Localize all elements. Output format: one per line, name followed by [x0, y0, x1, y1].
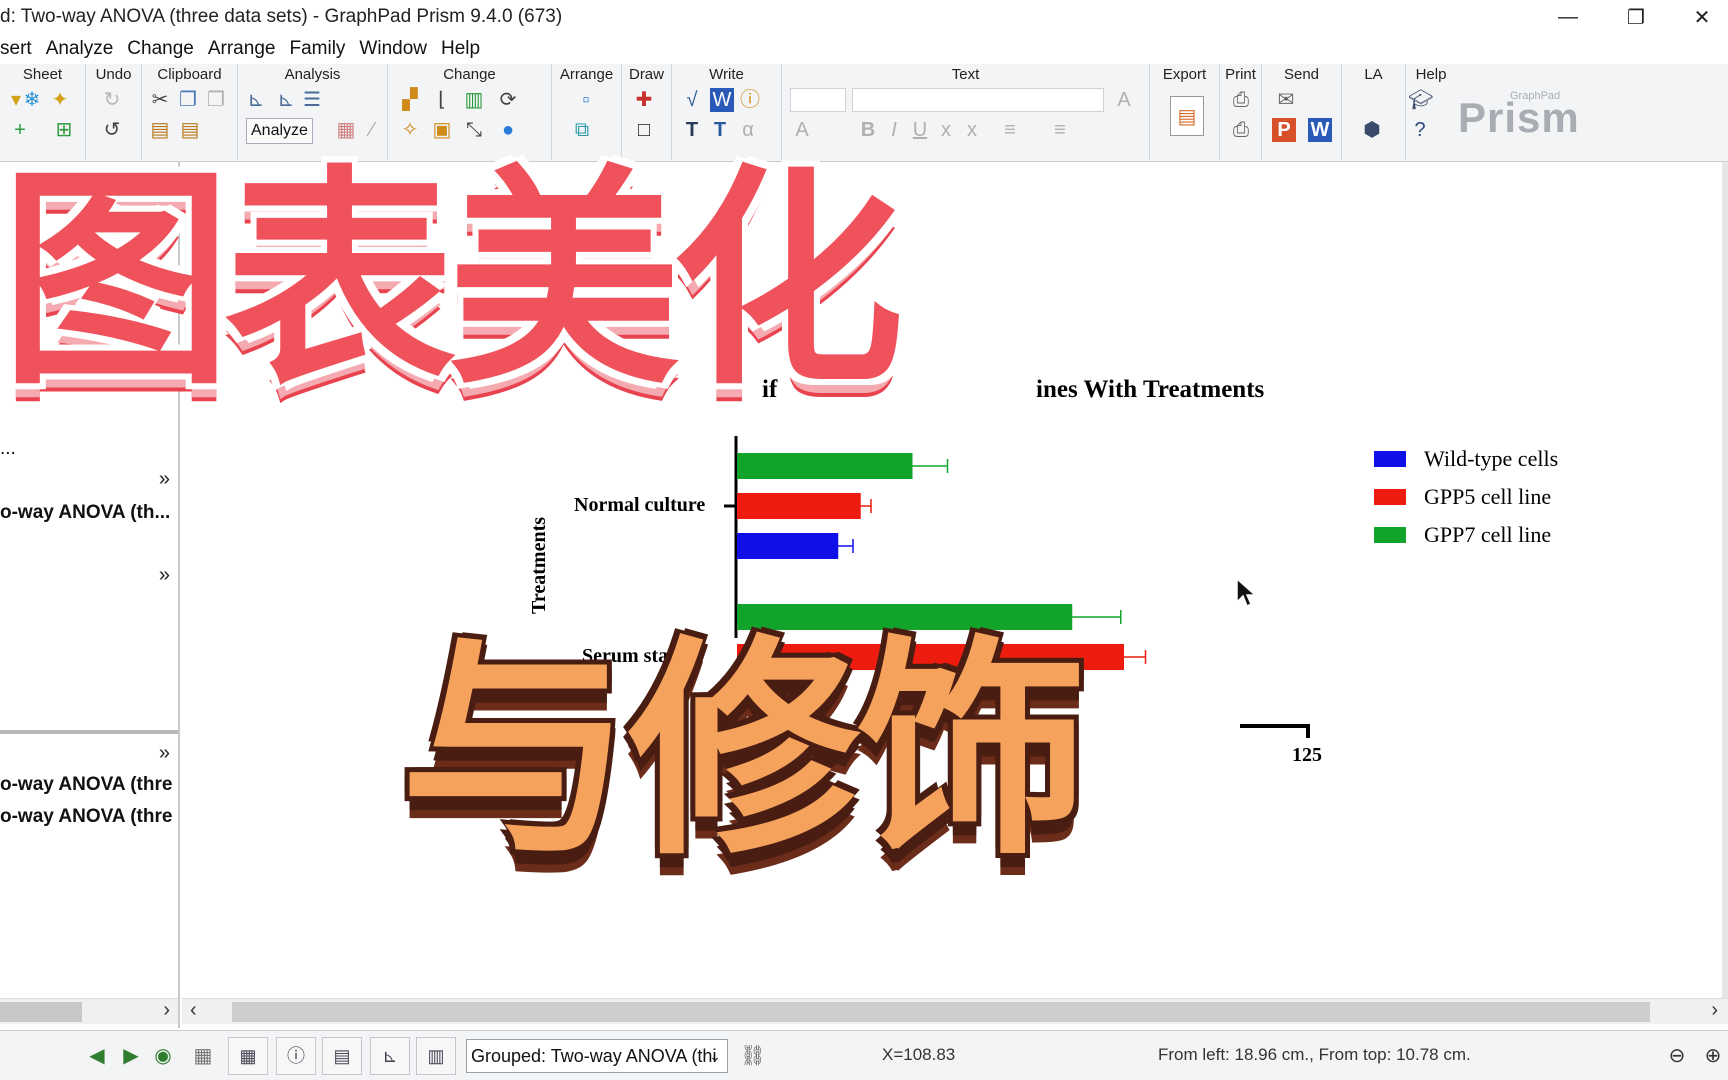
y-axis-title[interactable]: Treatments	[528, 517, 551, 614]
scroll-right-icon[interactable]: ›	[1711, 999, 1718, 1022]
info-button[interactable]: ⓘ	[276, 1037, 316, 1075]
cursor-position-readout: From left: 18.96 cm., From top: 10.78 cm…	[1158, 1045, 1471, 1064]
layout-button[interactable]: ▥	[416, 1037, 456, 1075]
previous-sheet-icon[interactable]: ◀	[84, 1043, 110, 1069]
zoom-out-icon[interactable]: ⊖	[1664, 1043, 1690, 1069]
bar[interactable]	[737, 533, 839, 559]
bar[interactable]	[737, 453, 913, 479]
legend-label: Wild-type cells	[1424, 446, 1559, 471]
next-sheet-icon[interactable]: ▶	[118, 1043, 144, 1069]
status-bar: ◀ ▶ ◉ ▦ ▦ ⓘ ▤ ⊾ ▥ Grouped: Two-way ANOVA…	[0, 1030, 1728, 1080]
canvas-vertical-scrollbar[interactable]	[1722, 162, 1728, 998]
sheet-select-value: Grouped: Two-way ANOVA (thi	[471, 1046, 717, 1066]
category-label-normal[interactable]: Normal culture	[574, 494, 705, 517]
sheet-select[interactable]: Grouped: Two-way ANOVA (thi ⌄	[466, 1039, 728, 1073]
results-button[interactable]: ▤	[322, 1037, 362, 1075]
legend-swatch	[1374, 451, 1406, 467]
zoom-in-icon[interactable]: ⊕	[1700, 1043, 1726, 1069]
overlay-headline-top: 图表美化	[0, 146, 904, 416]
legend-swatch	[1374, 527, 1406, 543]
link-icon[interactable]: ⛓	[740, 1043, 766, 1069]
cursor-x-readout: X=108.83	[882, 1045, 956, 1064]
legend-label: GPP5 cell line	[1424, 484, 1552, 509]
legend-item-gpp5[interactable]: GPP5 cell line	[1374, 484, 1551, 510]
scroll-left-icon[interactable]: ‹	[190, 999, 197, 1022]
graph-button[interactable]: ⊾	[370, 1037, 410, 1075]
bar[interactable]	[737, 493, 861, 519]
scrollbar-thumb[interactable]	[232, 1002, 1650, 1022]
table-view-icon[interactable]: ▦	[190, 1043, 216, 1069]
data-table-button[interactable]: ▦	[228, 1037, 268, 1075]
legend-item-gpp7[interactable]: GPP7 cell line	[1374, 522, 1551, 548]
legend-item-wildtype[interactable]: Wild-type cells	[1374, 446, 1558, 472]
navigator-search-icon[interactable]: ◉	[150, 1043, 176, 1069]
chart-title[interactable]: ines With Treatments	[1036, 376, 1264, 404]
mouse-cursor-icon	[1236, 578, 1256, 608]
chevron-down-icon: ⌄	[709, 1048, 721, 1064]
overlay-headline-bottom: 与修饰	[400, 616, 1088, 886]
legend-swatch	[1374, 489, 1406, 505]
x-tick-label: 125	[1292, 744, 1322, 766]
canvas-horizontal-scrollbar[interactable]: ‹ ›	[182, 998, 1728, 1024]
legend-label: GPP7 cell line	[1424, 522, 1552, 547]
